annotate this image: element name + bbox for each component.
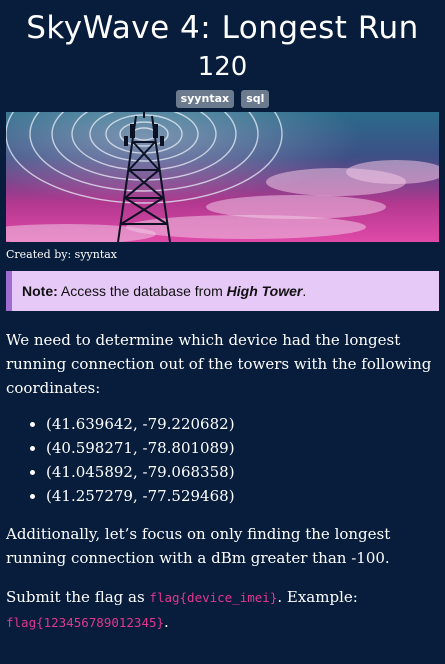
flag-format-code: flag{device_imei}: [149, 590, 278, 605]
challenge-title: SkyWave 4: Longest Run: [26, 10, 419, 46]
submit-text: Submit the flag as: [6, 588, 150, 606]
note-text: Access the database from: [57, 283, 227, 299]
submit-paragraph: Submit the flag as flag{device_imei}. Ex…: [6, 585, 439, 635]
created-by: Created by: syyntax: [6, 248, 118, 261]
intro-paragraph: We need to determine which device had th…: [6, 331, 432, 397]
challenge-points: 120: [197, 52, 248, 82]
coordinate-item: (41.639642, -79.220682): [46, 412, 439, 436]
coordinate-item: (41.045892, -79.068358): [46, 460, 439, 484]
additional-paragraph: Additionally, let’s focus on only findin…: [6, 525, 391, 567]
note-callout: Note: Access the database from High Towe…: [6, 271, 439, 311]
coordinate-list: (41.639642, -79.220682) (40.598271, -78.…: [6, 412, 439, 508]
note-label: Note:: [22, 283, 58, 299]
tag-list: syyntax sql: [6, 90, 439, 110]
radio-tower-banner-image: [6, 112, 439, 242]
submit-text-end: .: [164, 613, 169, 631]
note-text-end: .: [302, 283, 307, 299]
tag-sql[interactable]: sql: [241, 90, 270, 108]
flag-example-code: flag{123456789012345}: [6, 615, 165, 630]
tag-syyntax[interactable]: syyntax: [175, 90, 235, 108]
note-highlight: High Tower: [226, 283, 303, 299]
challenge-view: SkyWave 4: Longest Run 120 syyntax sql C…: [0, 0, 445, 635]
coordinate-item: (40.598271, -78.801089): [46, 436, 439, 460]
coordinate-item: (41.257279, -77.529468): [46, 484, 439, 508]
submit-text-middle: . Example:: [277, 588, 358, 606]
